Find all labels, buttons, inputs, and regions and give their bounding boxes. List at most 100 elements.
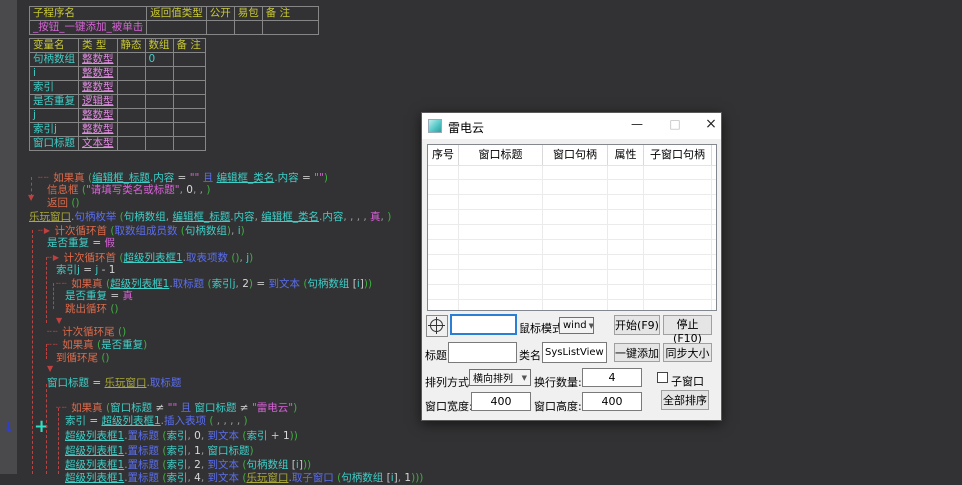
minimize-button[interactable]: — [624,117,650,131]
capture-input[interactable] [450,314,517,335]
listview-column-header[interactable]: 窗口标题 [459,145,543,165]
code-token: 索引 [166,430,187,442]
code-line[interactable]: 乐玩窗口.句柄枚举 (句柄数组, 编辑框_标题.内容, 编辑框_类名.内容, ,… [29,211,391,224]
code-token: () [98,352,110,364]
code-line[interactable]: ╌▶ 计次循环首 (取数组成员数 (句柄数组), i) [38,224,245,238]
code-token: = [107,290,122,302]
code-line[interactable]: 超级列表框1.置标题 (索引, 1, 窗口标题) [65,445,254,458]
flow-marker-icon: ╌▶ [38,226,55,235]
listview-grid-line [607,165,608,310]
code-token: ( [103,278,110,290]
close-button[interactable]: × [698,116,724,132]
class-label: 类名: [519,347,545,363]
code-line[interactable]: 索引j = j - 1 [56,264,115,277]
mouse-mode-label: 鼠标模式 [519,320,563,336]
flow-marker-icon: ▼ [56,316,63,325]
code-token: 句柄数组 [124,211,166,223]
listview-column-header[interactable]: 窗口句柄 [543,145,608,165]
code-token: 编辑框_类名 [261,211,319,223]
code-token: "" [314,172,324,184]
code-token: = [174,172,189,184]
code-token: )) [290,430,298,442]
arrange-select[interactable]: 横向排列 ▼ [469,369,531,386]
window-width-input[interactable] [471,392,531,411]
titlebar[interactable]: 雷电云 — □ × [422,113,721,139]
code-token: 内容 [153,172,174,184]
title-input[interactable] [448,342,517,363]
code-line[interactable]: 是否重复 = 假 [47,237,115,250]
code-token: 信息框 [47,184,79,196]
code-line[interactable]: 超级列表框1.置标题 (索引, 2, 到文本 (句柄数组 [i])) [65,459,311,472]
code-token: 到文本 [208,430,240,442]
child-window-checkbox[interactable] [657,372,668,383]
code-token: 2 [242,278,249,290]
code-line[interactable]: 到循环尾 () [56,352,110,365]
code-token: ) [249,252,253,264]
code-line[interactable]: ╌╌ 计次循环尾 () [47,325,126,339]
code-token: 是否重复 [101,339,143,351]
code-token: ( [79,184,86,196]
start-button[interactable]: 开始(F9) [614,315,660,335]
code-token: () [115,326,127,338]
code-line[interactable]: 窗口标题 = 乐玩窗口.取标题 [47,377,181,390]
app-icon [428,119,442,133]
code-token: 乐玩窗口 [29,211,71,223]
code-token: ≠ [236,402,251,414]
code-token: 取数组成员数 [114,225,177,237]
sort-all-button[interactable]: 全部排序 [661,390,709,410]
code-token: 超级列表框1 [110,278,169,290]
window-listview[interactable]: 序号窗口标题窗口句柄属性子窗口句柄 [427,144,717,311]
crosshair-icon [430,319,443,332]
code-line[interactable]: ╌╌ 如果真 (是否重复) [47,338,147,352]
code-token: 窗口标题 [194,402,236,414]
code-token: 索引 [166,459,187,471]
mouse-mode-select[interactable]: wind ▼ [559,317,594,334]
code-token: 1 [194,445,201,457]
code-token: 是否重复 [65,290,107,302]
code-token: 如果真 [62,339,94,351]
listview-column-header[interactable]: 子窗口句柄 [644,145,712,165]
stop-button[interactable]: 停止(F10) [663,315,712,335]
listview-column-header[interactable]: 属性 [608,145,644,165]
code-line[interactable]: ╌╌ 如果真 (窗口标题 ≠ "" 且 窗口标题 ≠ "雷电云") [56,401,297,415]
leidianyun-window: 雷电云 — □ × 序号窗口标题窗口句柄属性子窗口句柄 鼠标模式 wind ▼ … [421,112,722,421]
flow-marker-icon: ╌╌ [38,173,53,182]
code-token: ≠ [152,402,167,414]
code-line[interactable]: ╌▶ 计次循环首 (超级列表框1.取表项数 (), j) [47,251,253,265]
code-line[interactable]: ▼ [47,362,54,376]
code-token: () [68,197,80,209]
code-token: 句柄数组 [185,225,227,237]
listview-column-header[interactable]: 序号 [428,145,459,165]
code-token: 句柄枚举 [74,211,116,223]
flow-marker-icon: ╌▶ [47,253,64,262]
add-button[interactable]: 一键添加 [614,343,660,362]
code-token: [ [288,459,295,471]
code-token: 且 [177,402,194,414]
code-line[interactable]: 返回 () [47,197,80,210]
code-token: = [299,172,314,184]
listview-body[interactable] [428,165,716,310]
code-token: , [201,459,208,471]
window-finder-button[interactable] [426,315,448,337]
maximize-button[interactable]: □ [662,117,688,131]
sync-size-button[interactable]: 同步大小 [663,343,712,362]
code-token: 超级列表框1 [123,252,182,264]
code-token: ( [204,278,211,290]
code-line[interactable]: 是否重复 = 真 [65,290,133,303]
code-line[interactable]: 跳出循环 () [65,303,119,316]
code-line[interactable]: ╌╌ 如果真 (编辑框_标题.内容 = "" 且 编辑框_类名.内容 = "") [38,171,328,185]
listview-header: 序号窗口标题窗口句柄属性子窗口句柄 [428,145,716,166]
wrap-count-input[interactable] [582,368,642,387]
code-token: 置标题 [128,445,160,457]
code-line[interactable]: 索引 = 超级列表框1.插入表项 ( , , , , ) [65,415,248,428]
code-token: 1 [109,264,116,276]
code-token: )) [303,459,311,471]
window-height-input[interactable] [582,392,642,411]
code-token: 到文本 [208,459,240,471]
class-input[interactable] [542,342,607,363]
code-line[interactable]: 信息框 ("请填写类名或标题", 0, , ) [47,184,210,197]
code-line[interactable]: ╌╌ 如果真 (超级列表框1.取标题 (索引j, 2) = 到文本 (句柄数组 … [56,277,372,291]
code-line[interactable]: 超级列表框1.置标题 (索引, 0, 到文本 (索引 + 1)) [65,430,298,443]
code-token: ) [244,415,248,427]
code-token: )) [364,278,372,290]
